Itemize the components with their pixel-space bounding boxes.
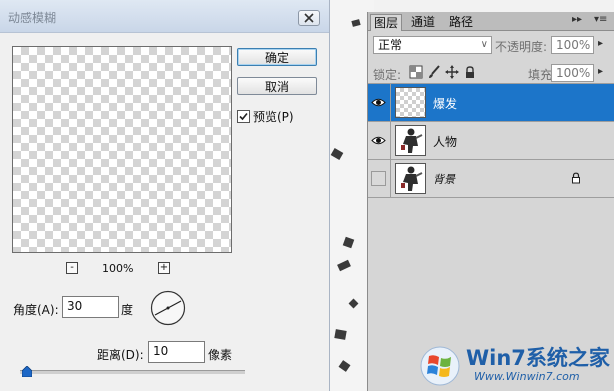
tab-paths[interactable]: 路径 <box>446 14 476 30</box>
distance-slider-track[interactable] <box>20 370 245 374</box>
divider <box>390 84 391 122</box>
watermark: Win7系统之家 Www.Winwin7.com <box>416 340 614 391</box>
preview-checkbox-row[interactable]: 预览(P) <box>237 108 294 125</box>
watermark-title: Win7系统之家 <box>466 346 610 370</box>
visibility-toggle-empty[interactable] <box>371 171 386 186</box>
divider <box>390 122 391 160</box>
padlock-icon <box>572 172 580 184</box>
dialog-titlebar[interactable]: 动感模糊 <box>0 0 329 33</box>
layer-name[interactable]: 爆发 <box>433 95 457 112</box>
angle-input[interactable]: 30 <box>62 296 119 318</box>
layer-name[interactable]: 人物 <box>433 133 457 150</box>
debris-fragment <box>337 259 351 272</box>
layer-thumbnail <box>395 87 426 118</box>
dialog-title: 动感模糊 <box>8 11 57 25</box>
panel-menu-icon[interactable]: ▾≡ <box>594 14 607 25</box>
zoom-in-button[interactable]: + <box>158 262 170 274</box>
divider <box>390 160 391 198</box>
layer-list: 爆发 人物 背景 <box>368 83 614 198</box>
debris-fragment <box>330 148 344 160</box>
angle-label: 角度(A): <box>13 303 59 317</box>
motion-blur-dialog: 动感模糊 确定 取消 预览(P) - 100% + 角度(A): 30 度 距离… <box>0 0 330 391</box>
layer-thumbnail <box>395 163 426 194</box>
layers-panel: 图层 通道 路径 ▸▸ ▾≡ 正常 ∨ 不透明度: 100% ▸ 锁定: 填充:… <box>367 12 614 391</box>
debris-fragment <box>334 329 347 340</box>
person-figure-icon <box>401 128 423 153</box>
collapse-icon[interactable]: ▸▸ <box>572 14 582 25</box>
layer-name[interactable]: 背景 <box>433 171 455 187</box>
lock-all-icon[interactable] <box>463 65 477 79</box>
eye-icon[interactable] <box>371 95 386 110</box>
lock-label: 锁定: <box>373 68 402 82</box>
fill-dropdown-icon[interactable]: ▸ <box>598 66 603 77</box>
angle-unit: 度 <box>121 303 134 317</box>
layer-row-burst[interactable]: 爆发 <box>368 84 614 122</box>
blend-mode-select[interactable]: 正常 ∨ <box>373 36 492 54</box>
tab-layers[interactable]: 图层 <box>370 14 403 31</box>
distance-unit: 像素 <box>208 348 233 362</box>
lock-transparency-icon[interactable] <box>409 65 423 79</box>
angle-dial[interactable] <box>150 290 186 326</box>
fill-input[interactable]: 100% <box>551 64 594 82</box>
opacity-input[interactable]: 100% <box>551 36 594 54</box>
debris-fragment <box>351 19 361 27</box>
watermark-url: Www.Winwin7.com <box>474 370 580 383</box>
opacity-dropdown-icon[interactable]: ▸ <box>598 38 603 49</box>
lock-move-icon[interactable] <box>445 65 459 79</box>
debris-fragment <box>348 298 359 309</box>
close-button[interactable] <box>298 10 320 26</box>
windows-logo-icon <box>420 346 460 386</box>
distance-input[interactable]: 10 <box>148 341 205 363</box>
zoom-out-button[interactable]: - <box>66 262 78 274</box>
ok-button[interactable]: 确定 <box>237 48 317 66</box>
panel-tabs: 图层 通道 路径 ▸▸ ▾≡ <box>368 12 614 31</box>
preview-label: 预览(P) <box>253 110 294 124</box>
chevron-down-icon: ∨ <box>480 39 488 50</box>
layer-row-person[interactable]: 人物 <box>368 122 614 160</box>
preview-checkbox[interactable] <box>237 110 250 123</box>
lock-brush-icon[interactable] <box>427 65 441 79</box>
filter-preview[interactable] <box>12 46 232 253</box>
person-figure-icon <box>401 166 423 191</box>
distance-slider-thumb[interactable] <box>22 366 32 377</box>
distance-label: 距离(D): <box>97 348 144 362</box>
cancel-button[interactable]: 取消 <box>237 77 317 95</box>
zoom-level: 100% <box>102 262 134 275</box>
debris-fragment <box>342 236 355 249</box>
layer-thumbnail <box>395 125 426 156</box>
opacity-label: 不透明度: <box>495 40 548 54</box>
blend-mode-value: 正常 <box>378 38 403 52</box>
checkmark-icon <box>239 112 248 121</box>
tab-channels[interactable]: 通道 <box>408 14 438 30</box>
layer-row-background[interactable]: 背景 <box>368 160 614 198</box>
close-icon <box>304 13 314 23</box>
eye-icon[interactable] <box>371 133 386 148</box>
debris-fragment <box>338 360 351 372</box>
